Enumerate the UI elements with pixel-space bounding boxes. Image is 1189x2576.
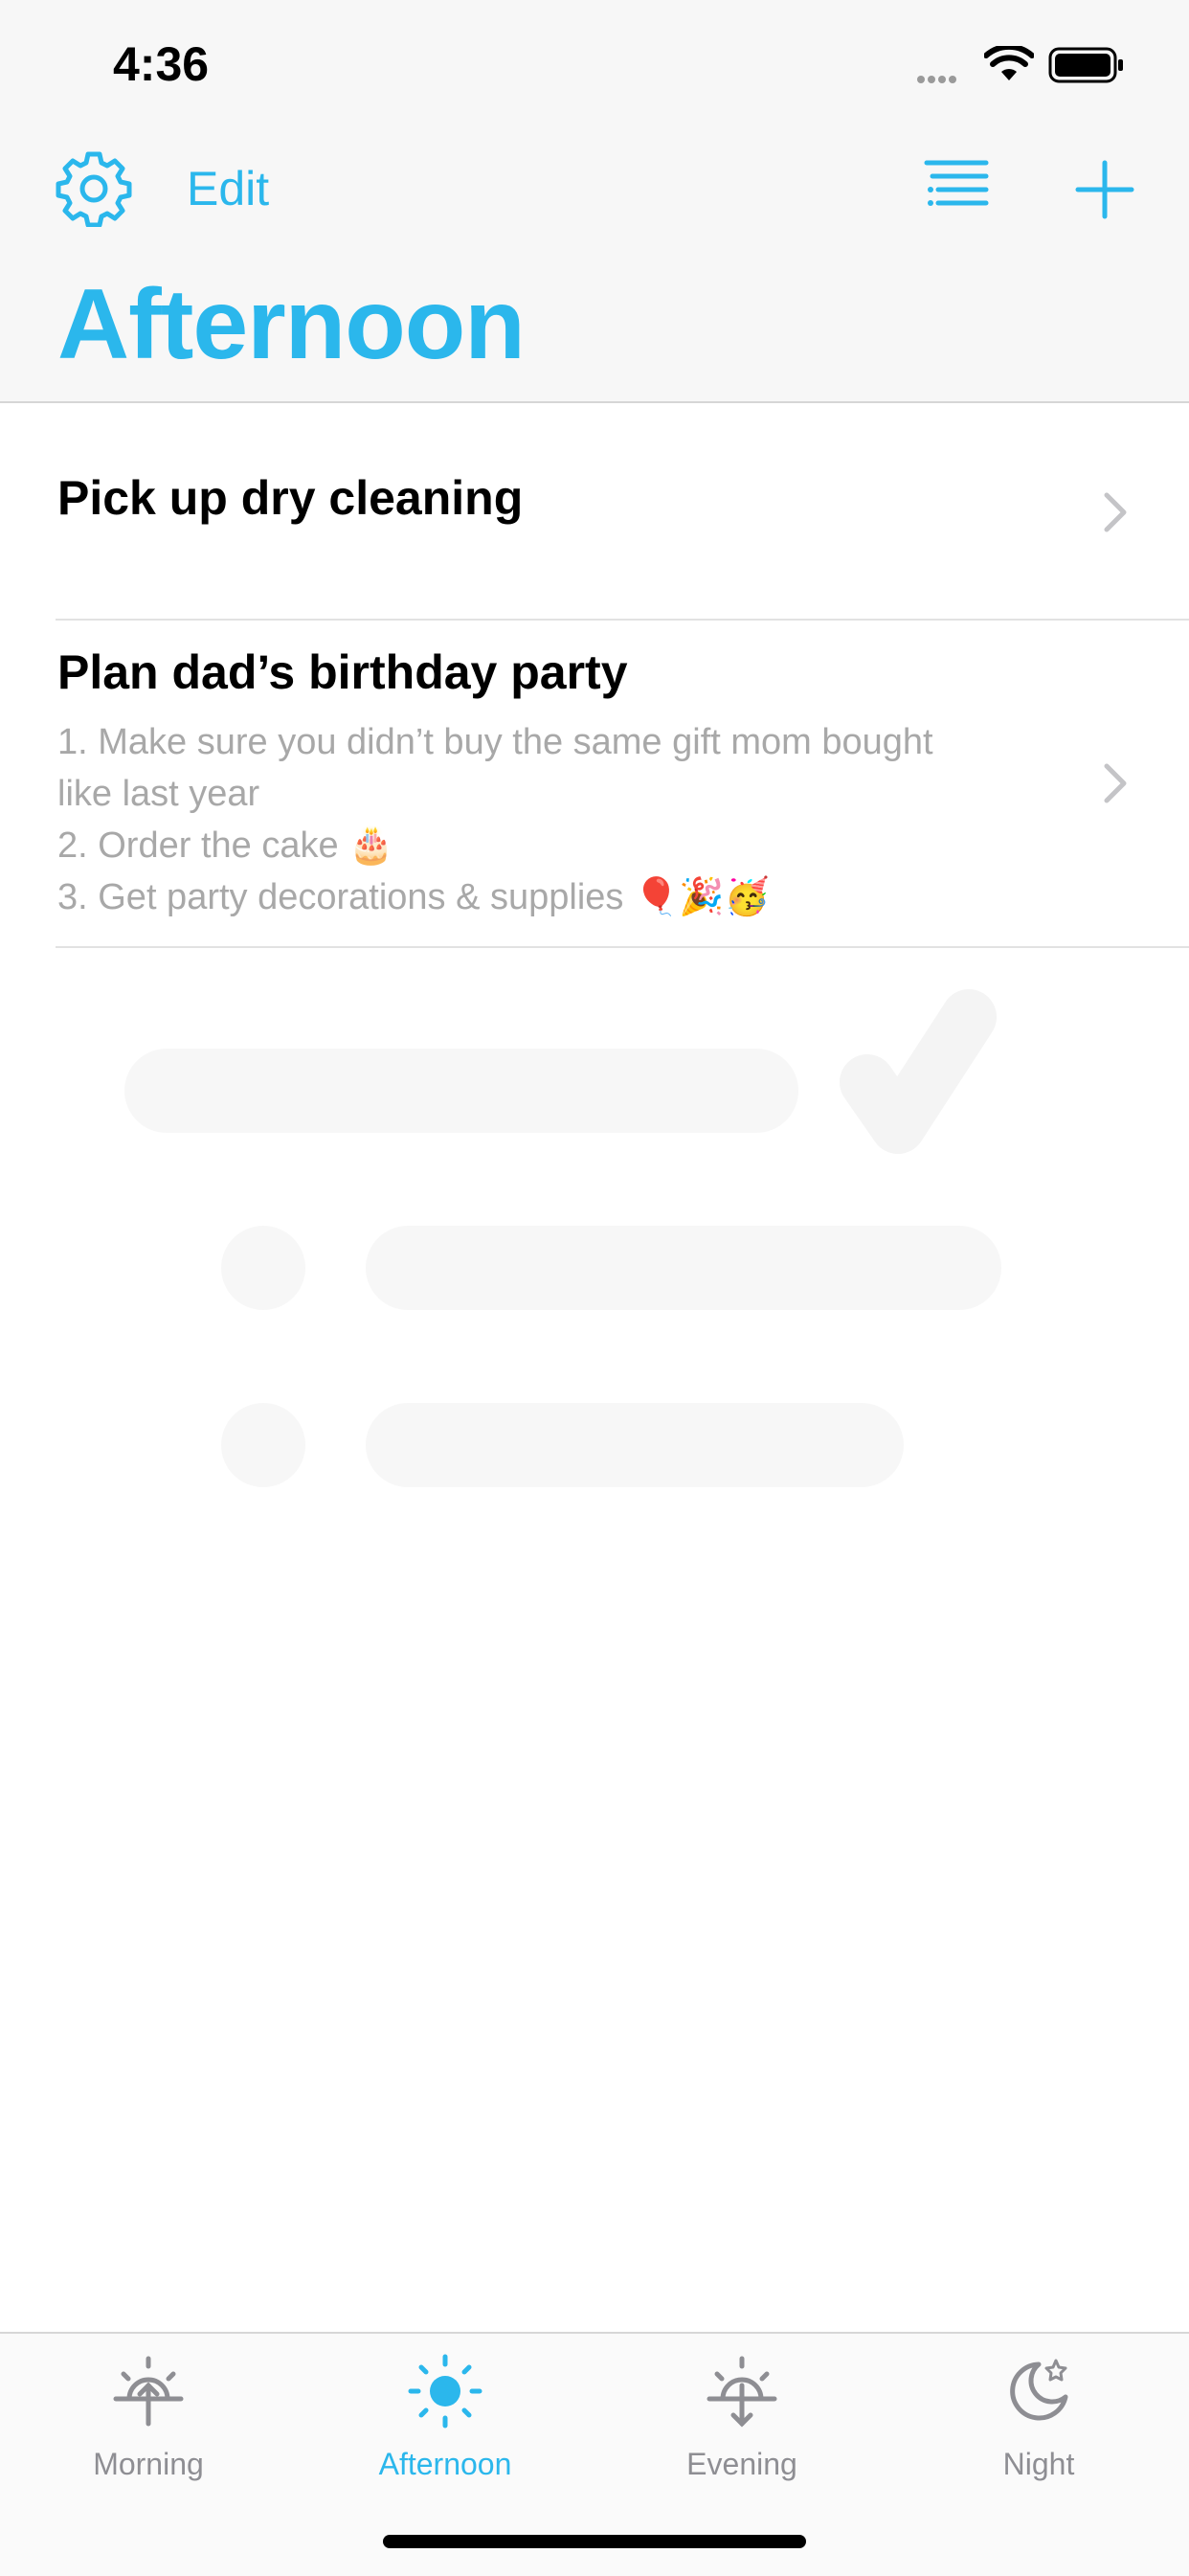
sun-icon xyxy=(408,2354,482,2429)
task-row[interactable]: Plan dad’s birthday party 1. Make sure y… xyxy=(0,621,1189,946)
tab-label: Afternoon xyxy=(378,2447,512,2481)
sunrise-icon xyxy=(113,2356,184,2427)
list-icon[interactable] xyxy=(923,157,992,215)
page-title: Afternoon xyxy=(57,269,526,380)
wifi-icon xyxy=(984,46,1034,80)
tab-evening[interactable]: Evening xyxy=(594,2334,890,2506)
cellular-signal-icon xyxy=(917,71,959,88)
gear-icon[interactable] xyxy=(56,150,132,227)
moon-icon xyxy=(1010,2359,1068,2421)
tab-label: Morning xyxy=(93,2447,204,2481)
tab-night[interactable]: Night xyxy=(890,2334,1187,2506)
edit-button[interactable]: Edit xyxy=(187,161,269,216)
note-line: like last year xyxy=(57,774,260,814)
status-time: 4:36 xyxy=(113,37,210,91)
chevron-right-icon xyxy=(1104,763,1127,803)
tab-label: Night xyxy=(1002,2447,1075,2481)
home-indicator xyxy=(383,2535,806,2548)
task-notes: 1. Make sure you didn’t buy the same gif… xyxy=(57,716,1034,923)
tab-label: Evening xyxy=(686,2447,797,2481)
empty-list-illustration xyxy=(124,989,1001,1487)
sunset-icon xyxy=(707,2356,777,2428)
note-line: 1. Make sure you didn’t buy the same gif… xyxy=(57,722,933,762)
task-title: Plan dad’s birthday party xyxy=(57,645,628,699)
task-row[interactable]: Pick up dry cleaning xyxy=(0,403,1189,620)
battery-icon xyxy=(1048,47,1123,83)
row-divider xyxy=(56,946,1189,948)
tab-afternoon[interactable]: Afternoon xyxy=(297,2334,594,2506)
note-line: 2. Order the cake 🎂 xyxy=(57,825,394,866)
plus-icon[interactable] xyxy=(1072,157,1137,222)
navigation-header: 4:36 Edit Afternoon xyxy=(0,0,1189,403)
note-line: 3. Get party decorations & supplies 🎈🎉🥳 xyxy=(57,877,770,917)
tab-morning[interactable]: Morning xyxy=(0,2334,297,2506)
chevron-right-icon xyxy=(1104,492,1127,532)
task-title: Pick up dry cleaning xyxy=(57,471,524,525)
